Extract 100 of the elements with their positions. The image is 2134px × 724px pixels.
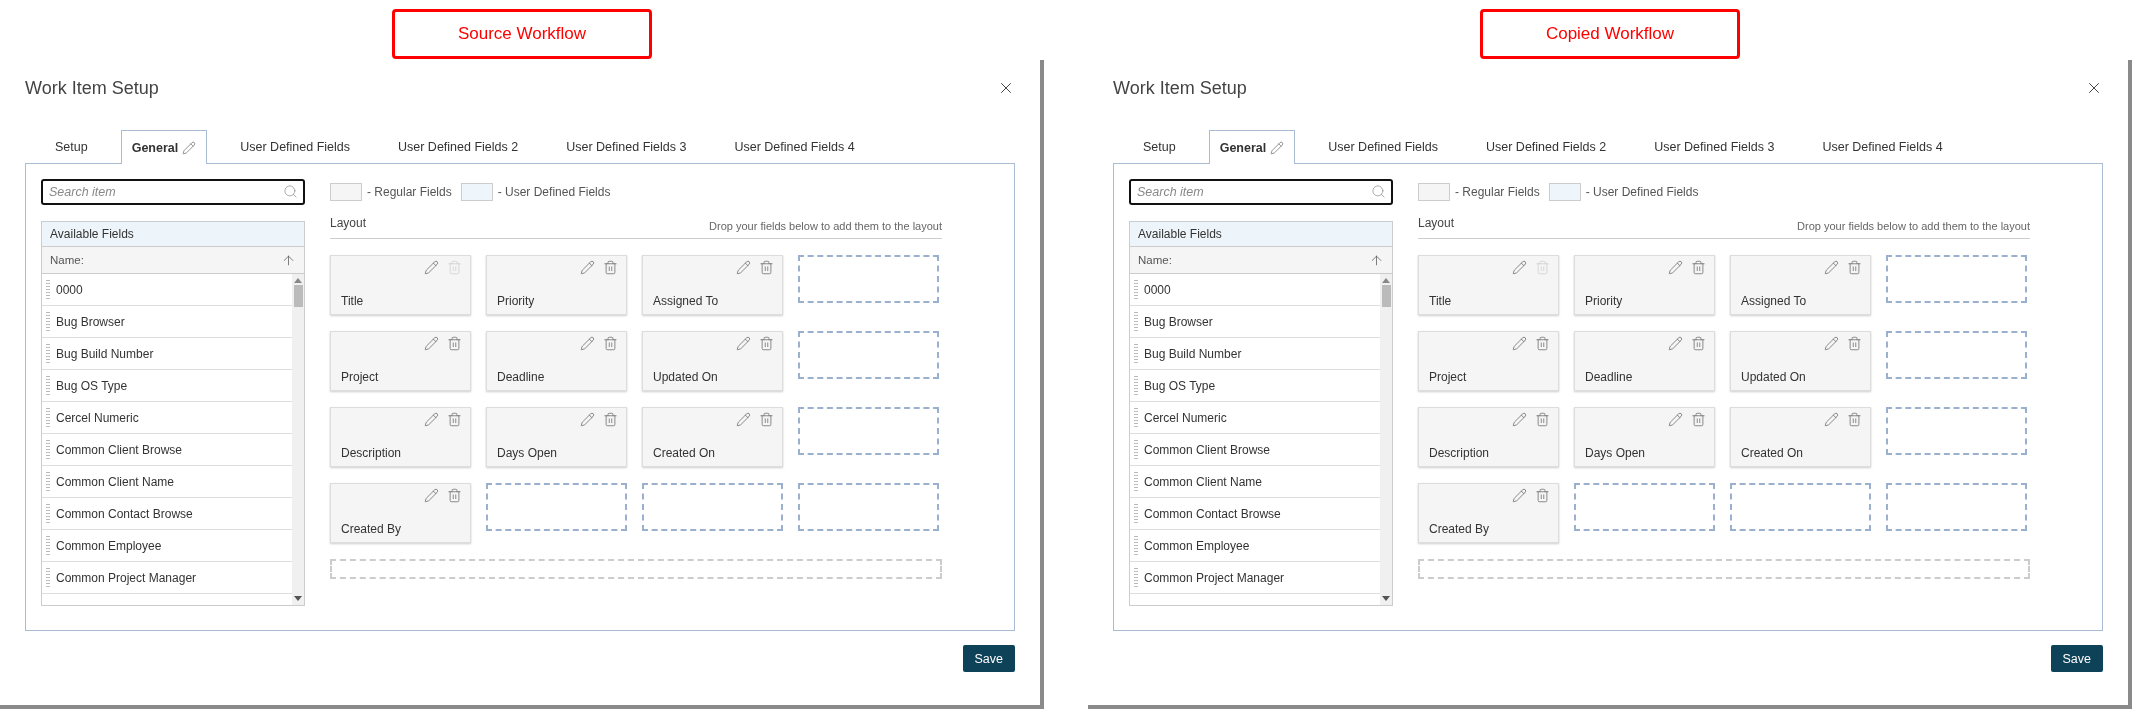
edit-icon[interactable]: [736, 260, 751, 275]
list-item[interactable]: Common Client Name: [56, 474, 175, 489]
field-card[interactable]: Deadline: [486, 331, 627, 391]
field-card[interactable]: Assigned To: [1730, 255, 1871, 315]
tab[interactable]: General: [1208, 130, 1296, 164]
field-card[interactable]: Description: [1418, 407, 1559, 467]
drag-handle-icon: [46, 407, 50, 428]
delete-icon[interactable]: [1691, 336, 1706, 351]
field-card[interactable]: Created By: [1418, 483, 1559, 543]
search-field[interactable]: Search item: [41, 179, 305, 205]
tab[interactable]: General: [120, 130, 208, 164]
column-header: Name:: [50, 254, 84, 266]
save-button[interactable]: Save: [2050, 645, 2103, 672]
edit-icon[interactable]: [580, 336, 595, 351]
field-label: Updated On: [1741, 370, 1807, 384]
list-item[interactable]: Common Employee: [1144, 538, 1250, 553]
edit-icon[interactable]: [424, 412, 439, 427]
edit-icon[interactable]: [1512, 260, 1527, 275]
delete-icon[interactable]: [447, 336, 462, 351]
delete-icon[interactable]: [1691, 260, 1706, 275]
field-card[interactable]: Priority: [1574, 255, 1715, 315]
edit-icon[interactable]: [1824, 260, 1839, 275]
list-item[interactable]: Bug OS Type: [1144, 378, 1216, 393]
edit-icon[interactable]: [1668, 260, 1683, 275]
edit-icon[interactable]: [424, 260, 439, 275]
scrollbar[interactable]: [292, 274, 304, 605]
list-header: Available Fields: [1130, 222, 1392, 247]
edit-icon[interactable]: [1824, 412, 1839, 427]
field-card[interactable]: Created By: [330, 483, 471, 543]
delete-icon[interactable]: [603, 336, 618, 351]
edit-icon[interactable]: [1668, 412, 1683, 427]
edit-icon[interactable]: [1668, 336, 1683, 351]
list-item[interactable]: Bug Browser: [56, 314, 125, 329]
field-card[interactable]: Created On: [642, 407, 783, 467]
list-item[interactable]: Cercel Numeric: [56, 410, 139, 425]
list-item[interactable]: Common Contact Browse: [1144, 506, 1281, 521]
field-card[interactable]: Project: [330, 331, 471, 391]
drag-handle-icon: [1134, 375, 1138, 396]
layout-hint: Drop your fields below to add them to the layout: [709, 220, 942, 232]
delete-icon[interactable]: [447, 412, 462, 427]
search-field[interactable]: Search item: [1129, 179, 1393, 205]
delete-icon[interactable]: [759, 412, 774, 427]
list-item[interactable]: Bug OS Type: [56, 378, 128, 393]
field-card[interactable]: Updated On: [1730, 331, 1871, 391]
delete-icon[interactable]: [1535, 412, 1550, 427]
drag-handle-icon: [1134, 407, 1138, 428]
edit-icon[interactable]: [1512, 336, 1527, 351]
legend-swatch: [330, 183, 362, 201]
edit-icon[interactable]: [1824, 336, 1839, 351]
drag-handle-icon: [1134, 311, 1138, 332]
delete-icon[interactable]: [447, 488, 462, 503]
field-card[interactable]: Days Open: [486, 407, 627, 467]
scrollbar[interactable]: [1380, 274, 1392, 605]
field-label: Days Open: [497, 446, 559, 460]
list-item[interactable]: Common Client Browse: [1144, 442, 1271, 457]
edit-icon[interactable]: [580, 412, 595, 427]
field-card[interactable]: Days Open: [1574, 407, 1715, 467]
list-item[interactable]: Common Employee: [56, 538, 162, 553]
list-item[interactable]: Cercel Numeric: [1144, 410, 1227, 425]
list-item[interactable]: Common Project Manager: [1144, 570, 1285, 585]
drag-handle-icon: [46, 375, 50, 396]
edit-icon[interactable]: [1512, 488, 1527, 503]
list-item[interactable]: Common Contact Browse: [56, 506, 193, 521]
delete-icon[interactable]: [603, 260, 618, 275]
save-button[interactable]: Save: [962, 645, 1015, 672]
drag-handle-icon: [46, 567, 50, 588]
list-item[interactable]: Common Client Name: [1144, 474, 1263, 489]
list-item[interactable]: Bug Build Number: [1144, 346, 1242, 361]
field-card[interactable]: Title: [330, 255, 471, 315]
delete-icon[interactable]: [1847, 412, 1862, 427]
edit-icon[interactable]: [424, 336, 439, 351]
layout-heading: Layout: [330, 216, 367, 230]
list-item[interactable]: Common Project Manager: [56, 570, 197, 585]
delete-icon[interactable]: [759, 336, 774, 351]
edit-icon[interactable]: [736, 336, 751, 351]
list-item[interactable]: Bug Build Number: [56, 346, 154, 361]
delete-icon[interactable]: [1847, 260, 1862, 275]
edit-icon[interactable]: [1512, 412, 1527, 427]
field-card[interactable]: Deadline: [1574, 331, 1715, 391]
delete-icon[interactable]: [1691, 412, 1706, 427]
delete-icon[interactable]: [1847, 336, 1862, 351]
field-card[interactable]: Updated On: [642, 331, 783, 391]
field-label: Deadline: [1585, 370, 1634, 384]
edit-icon[interactable]: [424, 488, 439, 503]
edit-icon[interactable]: [580, 260, 595, 275]
delete-icon[interactable]: [1535, 336, 1550, 351]
field-card[interactable]: Created On: [1730, 407, 1871, 467]
delete-icon[interactable]: [1535, 488, 1550, 503]
field-card[interactable]: Assigned To: [642, 255, 783, 315]
list-item[interactable]: Bug Browser: [1144, 314, 1213, 329]
field-card[interactable]: Title: [1418, 255, 1559, 315]
edit-icon[interactable]: [736, 412, 751, 427]
list-item[interactable]: Common Client Browse: [56, 442, 183, 457]
delete-icon[interactable]: [603, 412, 618, 427]
list-item[interactable]: 0000: [56, 282, 83, 297]
list-item[interactable]: 0000: [1144, 282, 1171, 297]
delete-icon[interactable]: [759, 260, 774, 275]
field-card[interactable]: Project: [1418, 331, 1559, 391]
field-card[interactable]: Priority: [486, 255, 627, 315]
field-card[interactable]: Description: [330, 407, 471, 467]
